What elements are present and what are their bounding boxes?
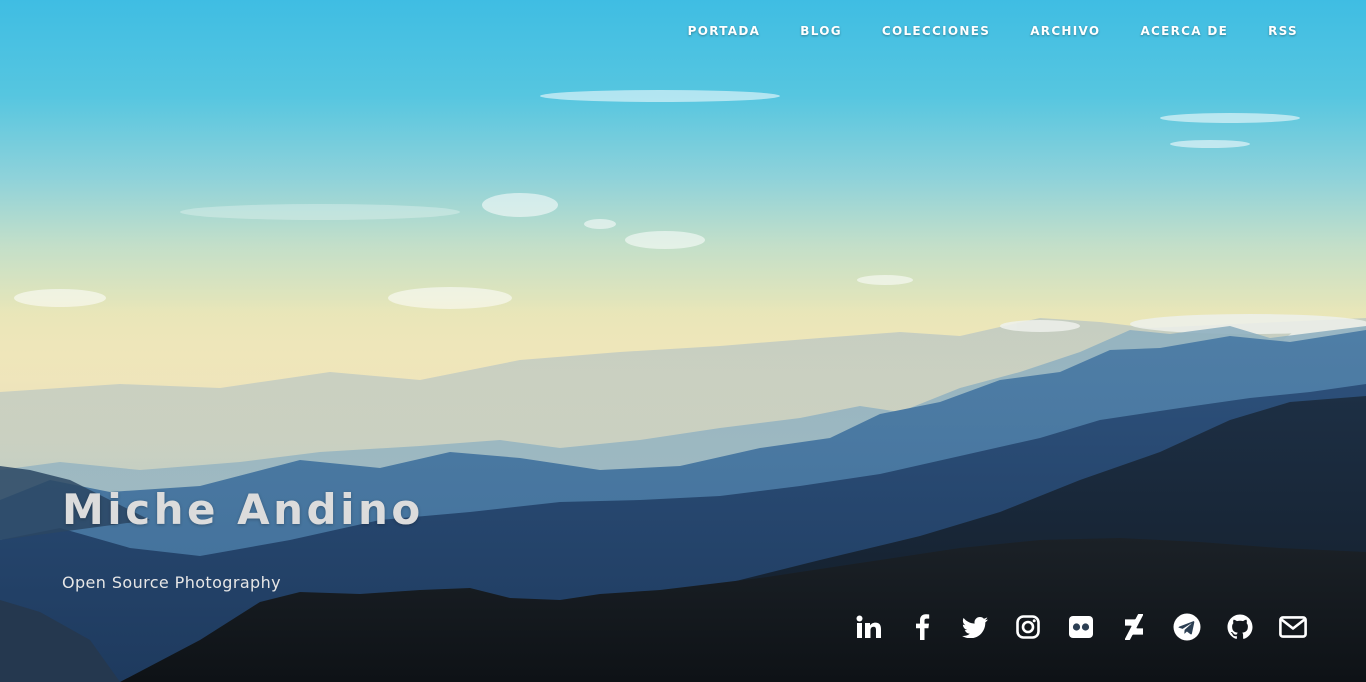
facebook-link[interactable] bbox=[907, 610, 937, 644]
nav-link-archivo[interactable]: ARCHIVO bbox=[1030, 22, 1100, 40]
telegram-link[interactable] bbox=[1172, 610, 1202, 644]
hero-banner: PORTADA BLOG COLECCIONES ARCHIVO ACERCA … bbox=[0, 0, 1366, 682]
main-navigation: PORTADA BLOG COLECCIONES ARCHIVO ACERCA … bbox=[648, 22, 1298, 40]
nav-link-portada[interactable]: PORTADA bbox=[688, 22, 761, 40]
telegram-icon bbox=[1173, 613, 1201, 641]
linkedin-icon bbox=[856, 615, 881, 638]
sky-clouds bbox=[14, 90, 1300, 309]
nav-link-acerca-de[interactable]: ACERCA DE bbox=[1140, 22, 1228, 40]
twitter-icon bbox=[962, 616, 988, 638]
instagram-link[interactable] bbox=[1013, 610, 1043, 644]
nav-link-rss[interactable]: RSS bbox=[1268, 22, 1298, 40]
envelope-icon bbox=[1279, 616, 1307, 638]
flickr-icon bbox=[1069, 616, 1093, 638]
deviantart-link[interactable] bbox=[1119, 610, 1149, 644]
email-link[interactable] bbox=[1278, 610, 1308, 644]
instagram-icon bbox=[1016, 615, 1040, 639]
github-icon bbox=[1227, 614, 1253, 639]
flickr-link[interactable] bbox=[1066, 610, 1096, 644]
nav-link-blog[interactable]: BLOG bbox=[800, 22, 842, 40]
nav-link-colecciones[interactable]: COLECCIONES bbox=[882, 22, 990, 40]
deviantart-icon bbox=[1125, 614, 1143, 640]
site-title[interactable]: Miche Andino bbox=[62, 482, 424, 538]
social-links bbox=[831, 610, 1308, 644]
site-subtitle: Open Source Photography bbox=[62, 573, 282, 592]
github-link[interactable] bbox=[1225, 610, 1255, 644]
facebook-icon bbox=[916, 614, 930, 640]
linkedin-link[interactable] bbox=[854, 610, 884, 644]
twitter-link[interactable] bbox=[960, 610, 990, 644]
